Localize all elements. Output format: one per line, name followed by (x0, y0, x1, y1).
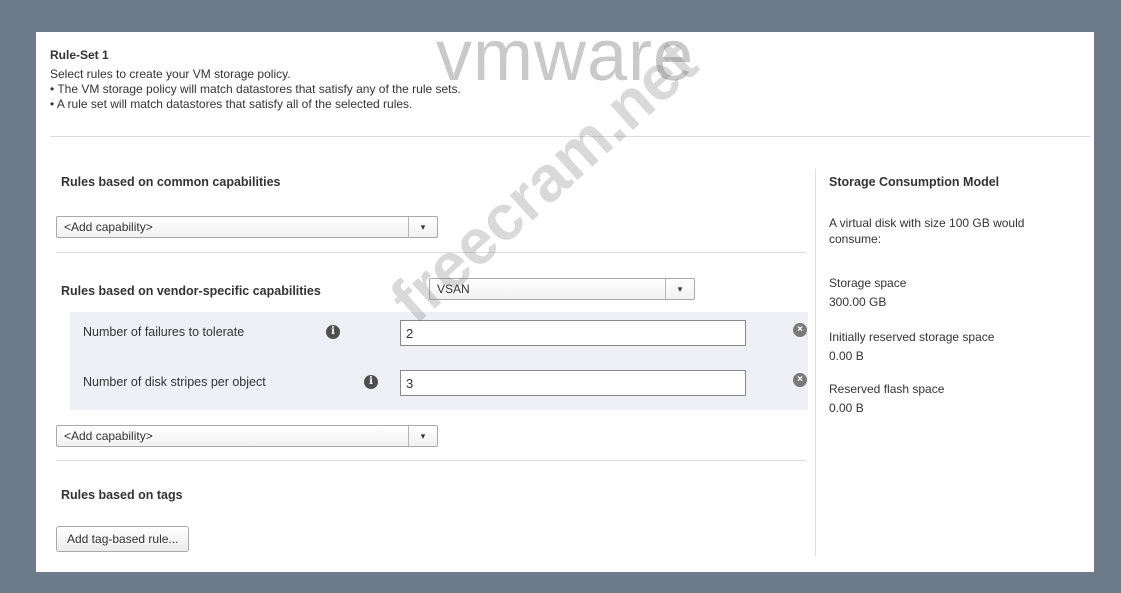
reserved-flash-value: 0.00 B (829, 401, 864, 415)
reserved-storage-label: Initially reserved storage space (829, 330, 995, 344)
divider (56, 252, 806, 253)
rule-label: Number of failures to tolerate (83, 325, 245, 339)
vmware-logo-watermark: vmware (436, 16, 695, 96)
rule-set-description: Select rules to create your VM storage p… (50, 67, 461, 112)
rule-row: Number of disk stripes per object i × (70, 362, 808, 404)
vendor-provider-dropdown[interactable]: VSAN ▾ (429, 278, 695, 300)
storage-model-heading: Storage Consumption Model (829, 175, 1000, 189)
remove-rule-icon[interactable]: × (793, 323, 807, 337)
rule-label: Number of disk stripes per object (83, 375, 266, 389)
dropdown-label: VSAN (437, 282, 470, 296)
vendor-rules-block: Number of failures to tolerate i × Numbe… (70, 312, 808, 410)
chevron-down-icon: ▾ (408, 217, 437, 237)
rule-set-panel: vmware Rule-Set 1 Select rules to create… (36, 20, 1094, 572)
common-capabilities-heading: Rules based on common capabilities (61, 175, 281, 189)
add-capability-dropdown-vendor[interactable]: <Add capability> ▾ (56, 425, 438, 447)
divider (50, 136, 1090, 137)
storage-space-value: 300.00 GB (829, 295, 887, 309)
disk-stripes-input[interactable] (400, 370, 746, 396)
add-capability-dropdown-common[interactable]: <Add capability> ▾ (56, 216, 438, 238)
info-icon[interactable]: i (326, 325, 340, 339)
description-line: • A rule set will match datastores that … (50, 97, 413, 111)
rule-set-title: Rule-Set 1 (50, 48, 109, 62)
chevron-down-icon: ▾ (665, 279, 694, 299)
reserved-storage-value: 0.00 B (829, 349, 864, 363)
storage-space-label: Storage space (829, 276, 907, 290)
divider (56, 460, 806, 461)
vertical-divider (815, 169, 816, 556)
description-line: • The VM storage policy will match datas… (50, 82, 461, 96)
tags-heading: Rules based on tags (61, 488, 183, 502)
chevron-down-icon: ▾ (408, 426, 437, 446)
storage-model-intro: A virtual disk with size 100 GB would co… (829, 216, 1025, 246)
description-line: Select rules to create your VM storage p… (50, 67, 291, 81)
info-icon[interactable]: i (364, 375, 378, 389)
reserved-flash-label: Reserved flash space (829, 382, 945, 396)
dropdown-label: <Add capability> (64, 220, 153, 234)
remove-rule-icon[interactable]: × (793, 373, 807, 387)
dropdown-label: <Add capability> (64, 429, 153, 443)
vendor-capabilities-heading: Rules based on vendor-specific capabilit… (61, 284, 321, 298)
failures-to-tolerate-input[interactable] (400, 320, 746, 346)
add-tag-based-rule-button[interactable]: Add tag-based rule... (56, 526, 190, 552)
rule-row: Number of failures to tolerate i × (70, 312, 808, 354)
